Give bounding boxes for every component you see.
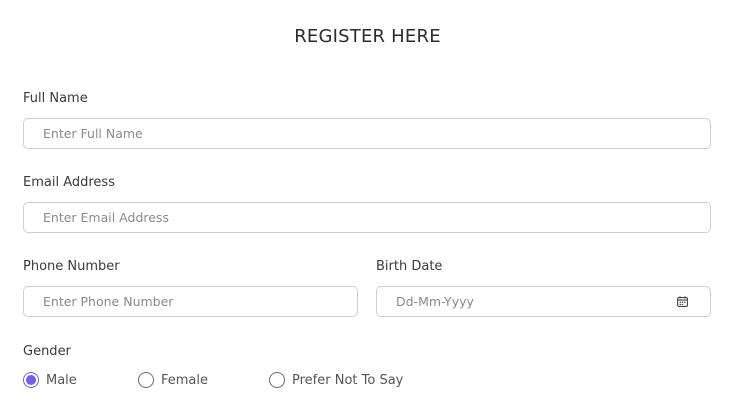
email-field-container <box>23 202 711 233</box>
full-name-input[interactable] <box>43 119 669 148</box>
radio-button-prefer-not-to-say[interactable] <box>269 372 285 388</box>
full-name-label: Full Name <box>23 91 88 106</box>
email-label: Email Address <box>23 175 115 190</box>
birth-date-input[interactable] <box>396 287 669 316</box>
radio-button-male[interactable] <box>23 372 39 388</box>
gender-option-female[interactable]: Female <box>138 371 208 389</box>
phone-input[interactable] <box>43 287 316 316</box>
phone-field-container <box>23 286 358 317</box>
radio-button-female[interactable] <box>138 372 154 388</box>
birth-date-field-container <box>376 286 711 317</box>
phone-label: Phone Number <box>23 259 120 274</box>
email-input[interactable] <box>43 203 669 232</box>
form-title: REGISTER HERE <box>294 26 441 47</box>
gender-option-label: Male <box>46 372 77 388</box>
gender-option-label: Prefer Not To Say <box>292 372 404 388</box>
gender-option-prefer-not-to-say[interactable]: Prefer Not To Say <box>269 371 403 389</box>
radio-selected-dot <box>26 375 36 385</box>
gender-option-label: Female <box>161 372 209 388</box>
birth-date-label: Birth Date <box>376 259 443 274</box>
gender-option-male[interactable]: Male <box>23 371 77 389</box>
gender-label: Gender <box>23 344 71 359</box>
full-name-field-container <box>23 118 711 149</box>
calendar-icon[interactable] <box>677 296 688 307</box>
